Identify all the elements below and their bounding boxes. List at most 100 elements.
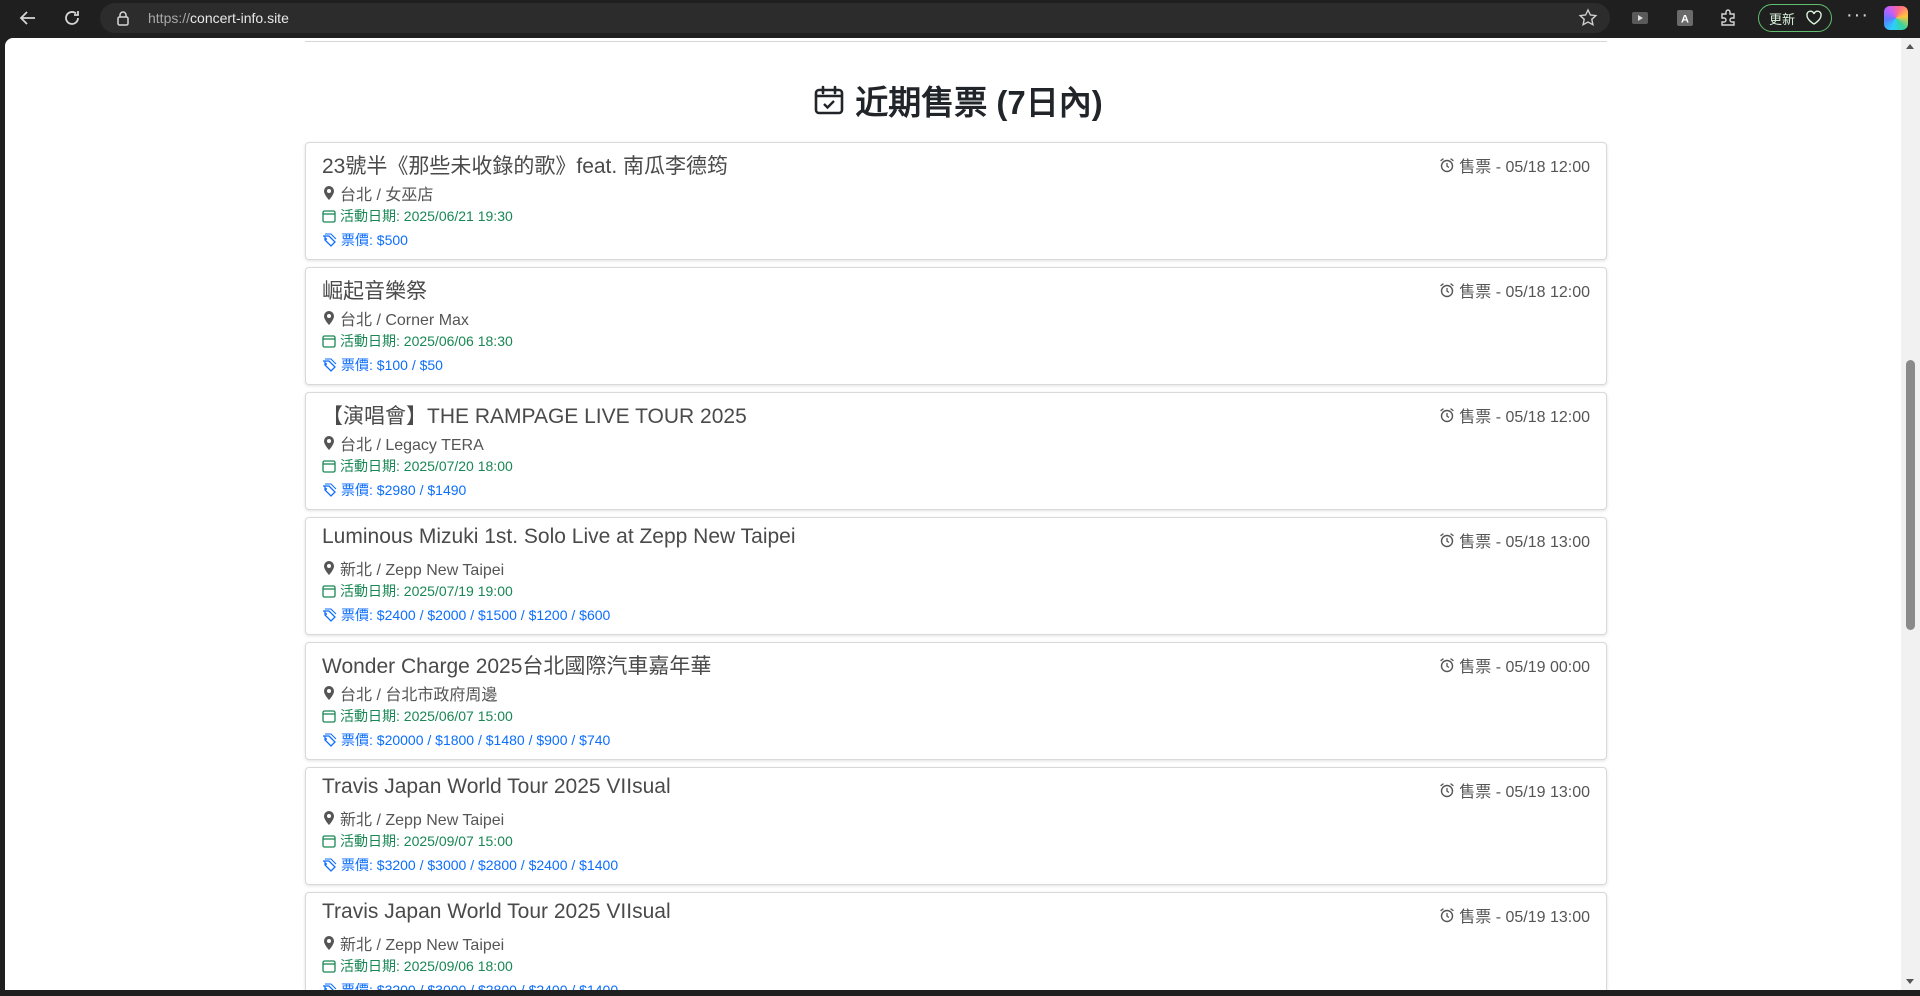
sale-time: 售票 - 05/18 13:00 — [1439, 528, 1590, 552]
price-text: 票價: $3200 / $3000 / $2800 / $2400 / $140… — [341, 982, 619, 990]
reload-icon[interactable] — [58, 4, 86, 32]
ticket-price-icon — [323, 233, 337, 247]
price-text: 票價: $3200 / $3000 / $2800 / $2400 / $140… — [341, 857, 619, 873]
address-bar[interactable]: https://concert-info.site — [100, 3, 1610, 33]
ticket-price-icon — [323, 858, 337, 872]
event-price: 票價: $100 / $50 — [322, 355, 443, 375]
calendar-icon — [322, 710, 336, 723]
event-location: 台北 / Legacy TERA — [322, 431, 484, 455]
date-text: 活動日期: 2025/06/06 18:30 — [340, 333, 513, 349]
page-viewport: 近期售票 (7日內) 23號半《那些未收錄的歌》feat. 南瓜李德筠 售票 -… — [5, 38, 1901, 990]
calendar-icon — [322, 210, 336, 223]
sale-time: 售票 - 05/19 00:00 — [1439, 653, 1590, 677]
extensions-puzzle-icon[interactable] — [1716, 6, 1740, 30]
event-card[interactable]: Wonder Charge 2025台北國際汽車嘉年華 售票 - 05/19 0… — [305, 642, 1607, 760]
alarm-clock-icon — [1440, 658, 1454, 673]
event-title[interactable]: Travis Japan World Tour 2025 VIIsual — [322, 900, 671, 924]
event-card[interactable]: Luminous Mizuki 1st. Solo Live at Zepp N… — [305, 517, 1607, 635]
map-pin-icon — [324, 936, 334, 950]
event-location: 新北 / Zepp New Taipei — [322, 556, 504, 580]
sale-time: 售票 - 05/18 12:00 — [1439, 403, 1590, 427]
copilot-icon[interactable] — [1884, 6, 1908, 30]
event-date: 活動日期: 2025/09/06 18:00 — [322, 956, 513, 976]
alarm-clock-icon — [1440, 908, 1454, 923]
location-text: 新北 / Zepp New Taipei — [340, 937, 505, 954]
event-title[interactable]: Travis Japan World Tour 2025 VIIsual — [322, 775, 671, 799]
sale-time-text: 售票 - 05/19 00:00 — [1459, 659, 1590, 676]
location-text: 新北 / Zepp New Taipei — [340, 562, 505, 579]
sale-time-text: 售票 - 05/18 12:00 — [1459, 284, 1590, 301]
sale-time-text: 售票 - 05/19 13:00 — [1459, 909, 1590, 926]
event-location: 新北 / Zepp New Taipei — [322, 931, 504, 955]
favorite-star-icon[interactable] — [1578, 8, 1598, 33]
date-text: 活動日期: 2025/06/21 19:30 — [340, 208, 513, 224]
update-button[interactable]: 更新 — [1758, 4, 1832, 32]
location-text: 台北 / Legacy TERA — [340, 437, 484, 454]
alarm-clock-icon — [1440, 283, 1454, 298]
event-date: 活動日期: 2025/06/07 15:00 — [322, 706, 513, 726]
map-pin-icon — [324, 311, 334, 325]
event-card[interactable]: Travis Japan World Tour 2025 VIIsual 售票 … — [305, 767, 1607, 885]
location-text: 台北 / 台北市政府周邊 — [340, 687, 498, 704]
divider — [305, 38, 1607, 42]
ticket-price-icon — [323, 483, 337, 497]
event-date: 活動日期: 2025/09/07 15:00 — [322, 831, 513, 851]
sale-time-text: 售票 - 05/18 12:00 — [1459, 159, 1590, 176]
sale-time-text: 售票 - 05/19 13:00 — [1459, 784, 1590, 801]
event-title[interactable]: 【演唱會】THE RAMPAGE LIVE TOUR 2025 — [322, 400, 747, 430]
url-text: https://concert-info.site — [148, 10, 289, 26]
event-card[interactable]: Travis Japan World Tour 2025 VIIsual 售票 … — [305, 892, 1607, 990]
ticket-price-icon — [323, 608, 337, 622]
event-title[interactable]: 崛起音樂祭 — [322, 275, 427, 305]
media-extension-icon[interactable] — [1628, 6, 1652, 30]
calendar-icon — [322, 585, 336, 598]
vertical-scrollbar[interactable] — [1901, 38, 1920, 990]
calendar-check-icon — [814, 85, 844, 115]
event-price: 票價: $2980 / $1490 — [322, 480, 466, 500]
location-text: 台北 / 女巫店 — [340, 187, 434, 204]
location-text: 新北 / Zepp New Taipei — [340, 812, 505, 829]
event-date: 活動日期: 2025/07/20 18:00 — [322, 456, 513, 476]
site-info-icon[interactable] — [116, 10, 130, 31]
location-text: 台北 / Corner Max — [340, 312, 469, 329]
sale-time: 售票 - 05/19 13:00 — [1439, 903, 1590, 927]
date-text: 活動日期: 2025/07/20 18:00 — [340, 458, 513, 474]
map-pin-icon — [324, 436, 334, 450]
event-price: 票價: $500 — [322, 230, 408, 250]
sale-time: 售票 - 05/18 12:00 — [1439, 153, 1590, 177]
event-title[interactable]: Luminous Mizuki 1st. Solo Live at Zepp N… — [322, 525, 796, 549]
event-price: 票價: $20000 / $1800 / $1480 / $900 / $740 — [322, 730, 610, 750]
date-text: 活動日期: 2025/07/19 19:00 — [340, 583, 513, 599]
scroll-down-arrow-icon[interactable] — [1906, 979, 1914, 984]
event-card[interactable]: 【演唱會】THE RAMPAGE LIVE TOUR 2025 售票 - 05/… — [305, 392, 1607, 510]
event-price: 票價: $3200 / $3000 / $2800 / $2400 / $140… — [322, 980, 618, 990]
event-location: 台北 / 女巫店 — [322, 181, 433, 205]
sale-time: 售票 - 05/19 13:00 — [1439, 778, 1590, 802]
calendar-icon — [322, 835, 336, 848]
ticket-price-icon — [323, 983, 337, 990]
event-card[interactable]: 23號半《那些未收錄的歌》feat. 南瓜李德筠 售票 - 05/18 12:0… — [305, 142, 1607, 260]
date-text: 活動日期: 2025/09/07 15:00 — [340, 833, 513, 849]
event-location: 新北 / Zepp New Taipei — [322, 806, 504, 830]
event-date: 活動日期: 2025/06/06 18:30 — [322, 331, 513, 351]
scrollbar-thumb[interactable] — [1906, 360, 1915, 630]
date-text: 活動日期: 2025/06/07 15:00 — [340, 708, 513, 724]
event-date: 活動日期: 2025/07/19 19:00 — [322, 581, 513, 601]
ticket-price-icon — [323, 358, 337, 372]
alarm-clock-icon — [1440, 408, 1454, 423]
event-title[interactable]: Wonder Charge 2025台北國際汽車嘉年華 — [322, 650, 711, 680]
calendar-icon — [322, 960, 336, 973]
sale-time-text: 售票 - 05/18 13:00 — [1459, 534, 1590, 551]
calendar-icon — [322, 335, 336, 348]
date-text: 活動日期: 2025/09/06 18:00 — [340, 958, 513, 974]
price-text: 票價: $100 / $50 — [341, 357, 443, 373]
event-location: 台北 / 台北市政府周邊 — [322, 681, 497, 705]
back-arrow-icon[interactable] — [14, 4, 42, 32]
scroll-up-arrow-icon[interactable] — [1906, 44, 1914, 49]
map-pin-icon — [324, 811, 334, 825]
more-menu-button[interactable]: ··· — [1846, 4, 1869, 27]
event-card[interactable]: 崛起音樂祭 售票 - 05/18 12:00 台北 / Corner Max 活… — [305, 267, 1607, 385]
event-title[interactable]: 23號半《那些未收錄的歌》feat. 南瓜李德筠 — [322, 150, 728, 180]
reader-extension-icon[interactable]: A — [1673, 6, 1697, 30]
map-pin-icon — [324, 686, 334, 700]
